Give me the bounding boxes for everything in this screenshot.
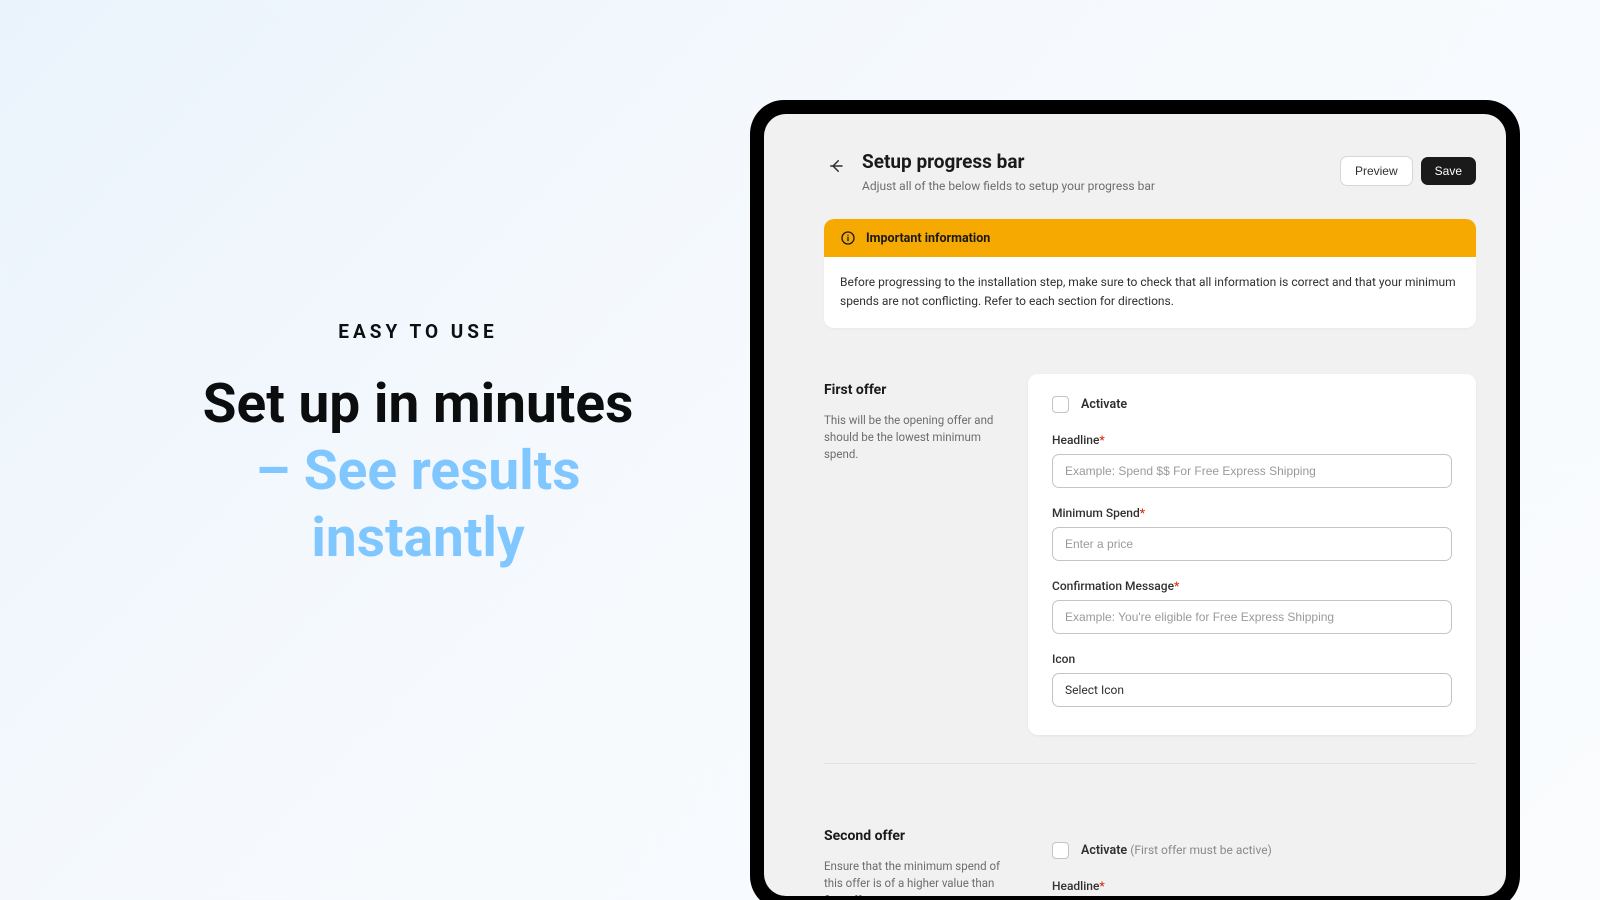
save-button[interactable]: Save	[1421, 157, 1476, 185]
marketing-copy: EASY TO USE Set up in minutes – See resu…	[168, 320, 668, 572]
back-button[interactable]	[824, 154, 848, 178]
first-offer-icon-label: Icon	[1052, 652, 1452, 666]
banner-title: Important information	[866, 231, 990, 246]
first-offer-title: First offer	[824, 382, 1004, 398]
preview-button[interactable]: Preview	[1340, 156, 1413, 186]
device-frame: Setup progress bar Adjust all of the bel…	[750, 100, 1520, 900]
second-offer-activate-hint: (First offer must be active)	[1130, 843, 1272, 857]
device-screen: Setup progress bar Adjust all of the bel…	[764, 114, 1506, 896]
marketing-headline: Set up in minutes – See results instantl…	[168, 371, 668, 572]
second-offer-activate-label: Activate (First offer must be active)	[1081, 843, 1272, 858]
second-offer-headline-label: Headline*	[1052, 879, 1452, 893]
page-title: Setup progress bar	[862, 150, 1326, 173]
marketing-headline-line2: – See results instantly	[255, 439, 580, 570]
first-offer-headline-input[interactable]	[1052, 454, 1452, 488]
second-offer-title: Second offer	[824, 828, 1004, 844]
section-first-offer: First offer This will be the opening off…	[824, 374, 1476, 764]
section-second-offer: Second offer Ensure that the minimum spe…	[824, 820, 1476, 896]
first-offer-activate-checkbox[interactable]	[1052, 396, 1069, 413]
first-offer-confirm-label: Confirmation Message*	[1052, 579, 1452, 593]
info-icon	[840, 230, 856, 246]
banner-body: Before progressing to the installation s…	[824, 257, 1476, 328]
first-offer-desc: This will be the opening offer and shoul…	[824, 412, 1004, 462]
first-offer-activate-label: Activate	[1081, 397, 1127, 412]
marketing-eyebrow: EASY TO USE	[168, 320, 668, 343]
first-offer-minspend-label: Minimum Spend*	[1052, 506, 1452, 520]
first-offer-icon-select[interactable]: Select Icon	[1052, 673, 1452, 707]
page-subtitle: Adjust all of the below fields to setup …	[862, 179, 1326, 193]
first-offer-headline-label: Headline*	[1052, 433, 1452, 447]
first-offer-confirm-input[interactable]	[1052, 600, 1452, 634]
second-offer-desc: Ensure that the minimum spend of this of…	[824, 858, 1004, 896]
info-banner: Important information Before progressing…	[824, 219, 1476, 328]
arrow-left-icon	[827, 157, 845, 175]
second-offer-activate-checkbox[interactable]	[1052, 842, 1069, 859]
page-header: Setup progress bar Adjust all of the bel…	[824, 150, 1476, 193]
first-offer-minspend-input[interactable]	[1052, 527, 1452, 561]
marketing-headline-line1: Set up in minutes	[203, 372, 634, 436]
